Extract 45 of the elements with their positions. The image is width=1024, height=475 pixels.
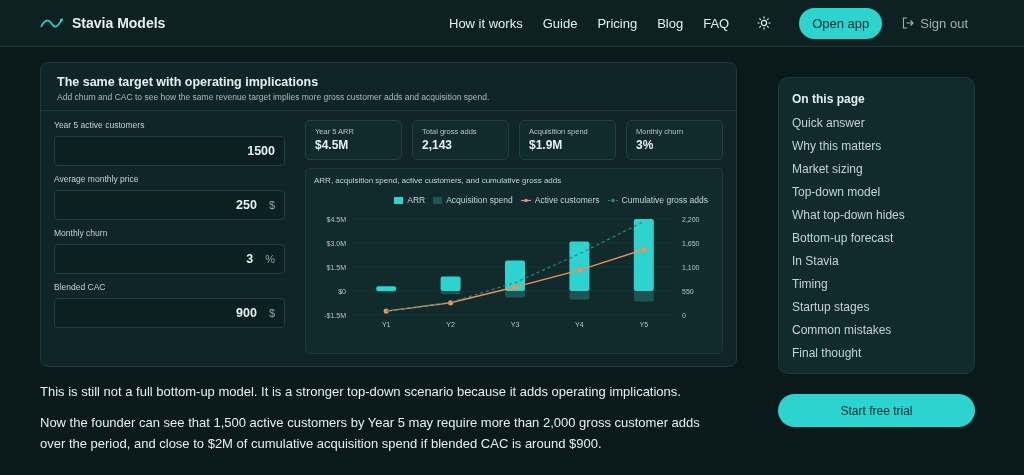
body-paragraph: Now the founder can see that 1,500 active customers by Year 5 may require more than 2,000 gross customer adds over the period, and close to $2M of cumulative acquisition spend if blended CAC is around $900.: [40, 414, 701, 453]
stat-value: 3%: [636, 138, 655, 152]
toc-link[interactable]: Market sizing: [792, 158, 961, 181]
start-trial-button[interactable]: Start free trial: [778, 394, 975, 427]
stat-value: $4.5M: [315, 138, 350, 152]
sign-out-icon: [902, 17, 915, 29]
input-field[interactable]: 3 %: [54, 244, 285, 274]
toc-link[interactable]: Startup stages: [792, 296, 961, 319]
toc-link[interactable]: Why this matters: [792, 135, 961, 158]
nav-link[interactable]: FAQ: [703, 15, 730, 31]
legend-item: Active customers: [520, 195, 600, 205]
card-subtitle: Add churn and CAC to see how the same revenue target implies more gross customer adds and acquisition spend.: [57, 92, 491, 102]
chart-title: ARR, acquisition spend, active customers, and cumulative gross adds: [314, 176, 563, 185]
toc-link[interactable]: Top-down model: [792, 181, 961, 204]
field-label: Blended CAC: [54, 282, 107, 292]
field-label: Average monthly price: [54, 174, 140, 184]
nav-link[interactable]: Pricing: [597, 15, 638, 31]
toc-link[interactable]: Common mistakes: [792, 319, 961, 342]
nav-link[interactable]: Blog: [657, 15, 684, 31]
toc-link[interactable]: In Stavia: [792, 250, 961, 273]
sign-out-link[interactable]: Sign out: [902, 15, 968, 31]
card-title: The same target with operating implications: [57, 75, 320, 89]
legend-item: ARR: [394, 195, 426, 205]
stat-value: $1.9M: [529, 138, 564, 152]
open-app-button[interactable]: Open app: [799, 7, 883, 39]
theme-toggle-icon[interactable]: [757, 16, 772, 30]
nav-link[interactable]: How it works: [449, 15, 523, 31]
input-field[interactable]: 900 $: [54, 298, 285, 328]
toc-link[interactable]: Quick answer: [792, 112, 961, 135]
legend-item: Cumulative gross adds: [607, 195, 708, 205]
stat-value: 2,143: [422, 138, 454, 152]
toc-title: On this page: [792, 92, 866, 106]
nav-link[interactable]: Guide: [542, 15, 578, 31]
brand-name[interactable]: Stavia Models: [72, 15, 166, 31]
toc-link[interactable]: What top-down hides: [792, 204, 961, 227]
toc-link[interactable]: Timing: [792, 273, 961, 296]
field-label: Monthly churn: [54, 228, 109, 238]
wave-logo-icon: [40, 17, 64, 29]
input-field[interactable]: 250 $: [54, 190, 285, 220]
toc-link[interactable]: Final thought: [792, 342, 961, 365]
field-label: Year 5 active customers: [54, 120, 146, 130]
body-paragraph: This is still not a full bottom-up model. It is a stronger top-down scenario because it adds operating implications.: [40, 383, 682, 401]
legend-item: Acquisition spend: [433, 195, 513, 205]
toc-link[interactable]: Bottom-up forecast: [792, 227, 961, 250]
input-field[interactable]: 1500: [54, 136, 285, 166]
